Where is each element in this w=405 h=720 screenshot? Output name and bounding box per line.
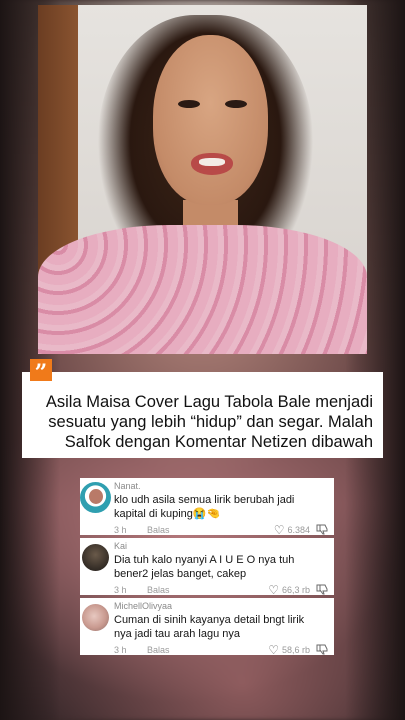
comment-username[interactable]: MichellOlivyaa: [114, 601, 172, 611]
like-count: 6.384: [287, 525, 310, 535]
comment-item: MichellOlivyaa Cuman di sinih kayanya de…: [80, 598, 334, 657]
video-person-eye-right: [225, 100, 247, 108]
reply-button[interactable]: Balas: [147, 585, 170, 595]
comment-meta: 3 h Balas: [114, 525, 170, 535]
comment-item: Nanat. klo udh asila semua lirik berubah…: [80, 478, 334, 537]
video-person-mouth: [191, 153, 233, 175]
heart-icon: ♡: [268, 643, 279, 657]
dislike-icon[interactable]: [316, 644, 328, 655]
reply-button[interactable]: Balas: [147, 525, 170, 535]
video-person-face: [153, 35, 268, 205]
comment-time: 3 h: [114, 585, 127, 595]
heart-icon: ♡: [268, 583, 279, 597]
like-count: 66,3 rb: [281, 585, 310, 595]
like-button[interactable]: ♡ 6.384: [273, 523, 310, 537]
dislike-icon[interactable]: [316, 584, 328, 595]
comment-username[interactable]: Nanat.: [114, 481, 141, 491]
video-frame[interactable]: [38, 5, 367, 354]
quote-icon: ”: [30, 359, 52, 386]
comment-item: Kai Dia tuh kalo nyanyi A I U E O nya tu…: [80, 538, 334, 597]
avatar[interactable]: [82, 544, 109, 571]
like-count: 58,6 rb: [281, 645, 310, 655]
comment-text: Dia tuh kalo nyanyi A I U E O nya tuh be…: [114, 554, 295, 580]
caption-text: Asila Maisa Cover Lagu Tabola Bale menja…: [45, 393, 373, 451]
comment-text: klo udh asila semua lirik berubah jadi k…: [114, 494, 295, 520]
heart-icon: ♡: [273, 523, 285, 537]
video-person-shirt: [38, 225, 367, 354]
comment-time: 3 h: [114, 525, 127, 535]
avatar[interactable]: [82, 604, 109, 631]
like-button[interactable]: ♡ 66,3 rb: [268, 583, 310, 597]
avatar[interactable]: [80, 482, 111, 513]
like-button[interactable]: ♡ 58,6 rb: [268, 643, 310, 657]
reply-button[interactable]: Balas: [147, 645, 170, 655]
comment-text: Cuman di sinih kayanya detail bngt lirik…: [114, 614, 305, 640]
dislike-icon[interactable]: [316, 524, 328, 535]
comment-time: 3 h: [114, 645, 127, 655]
video-person-eye-left: [178, 100, 200, 108]
comment-meta: 3 h Balas: [114, 645, 170, 655]
comment-username[interactable]: Kai: [114, 541, 127, 551]
comment-meta: 3 h Balas: [114, 585, 170, 595]
caption-card: Asila Maisa Cover Lagu Tabola Bale menja…: [22, 372, 383, 458]
